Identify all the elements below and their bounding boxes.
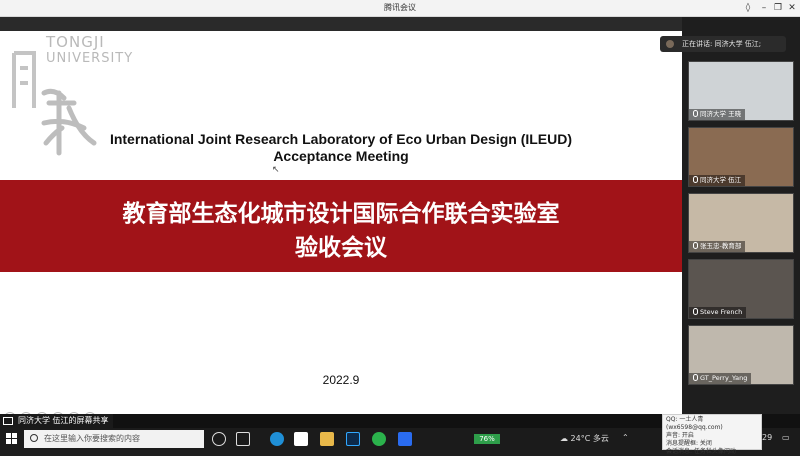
clock-text[interactable]: 29 xyxy=(762,433,772,442)
participant-label: Steve French xyxy=(689,307,747,318)
search-icon xyxy=(30,434,38,442)
english-title-line-1: International Joint Research Laboratory … xyxy=(109,131,573,147)
shared-screen: TONGJI UNIVERSITY International Joint Re… xyxy=(0,17,682,414)
red-title-band: 教育部生态化城市设计国际合作联合实验室 验收会议 xyxy=(0,180,682,272)
participant-tile[interactable]: 同济大学 伍江 xyxy=(688,127,794,187)
store-icon[interactable] xyxy=(294,432,308,446)
speaking-text: 正在讲话: 同济大学 伍江; xyxy=(682,40,762,48)
mic-icon xyxy=(693,374,698,381)
logo-tongji-text: TONGJI xyxy=(46,33,105,51)
chinese-title-line-2: 验收会议 xyxy=(295,235,387,261)
tray-expand-icon[interactable]: ⌃ xyxy=(622,433,629,442)
logo-university-text: UNIVERSITY xyxy=(46,51,134,66)
chinese-title-line-1: 教育部生态化城市设计国际合作联合实验室 xyxy=(122,201,560,227)
participant-label: 同济大学 王晓 xyxy=(689,109,746,120)
screen-share-label[interactable]: 同济大学 伍江的屏幕共享 xyxy=(0,414,113,428)
participant-label: GT_Perry_Yang xyxy=(689,373,752,384)
taskbar-search-input[interactable]: 在这里输入你要搜索的内容 xyxy=(24,430,204,448)
qq-notification-popup[interactable]: QQ: 一土人青(wx6598@qq.com) 声音: 开启 消息提醒框: 关闭… xyxy=(662,414,762,455)
mic-icon xyxy=(693,242,698,249)
pin-icon[interactable]: ◊ xyxy=(740,1,756,15)
screen-share-icon xyxy=(3,417,13,425)
participant-label: 同济大学 伍江 xyxy=(689,175,746,186)
mouse-cursor-icon: ↖ xyxy=(272,165,280,175)
speaker-avatar xyxy=(666,40,674,48)
window-title: 腾讯会议 xyxy=(384,3,416,12)
speaking-indicator: 正在讲话: 同济大学 伍江; xyxy=(660,36,786,52)
battery-indicator[interactable]: 76% xyxy=(474,434,500,444)
windows-start-icon[interactable] xyxy=(6,433,18,445)
tencent-meeting-icon[interactable] xyxy=(398,432,412,446)
cortana-icon[interactable] xyxy=(212,432,226,446)
slide-date: 2022.9 xyxy=(322,373,360,387)
edge-icon[interactable] xyxy=(270,432,284,446)
close-icon[interactable]: ✕ xyxy=(784,1,800,15)
participant-tile[interactable]: 张玉忠-教育部 xyxy=(688,193,794,253)
participant-tile[interactable]: 同济大学 王晓 xyxy=(688,61,794,121)
participant-tile[interactable]: Steve French xyxy=(688,259,794,319)
wechat-icon[interactable] xyxy=(372,432,386,446)
participant-tile[interactable]: GT_Perry_Yang xyxy=(688,325,794,385)
mic-icon xyxy=(693,110,698,117)
english-title-line-2: Acceptance Meeting xyxy=(273,148,409,164)
presentation-slide: TONGJI UNIVERSITY International Joint Re… xyxy=(0,31,682,414)
notification-center-icon[interactable]: ▭ xyxy=(782,433,790,442)
task-view-icon[interactable] xyxy=(236,432,250,446)
weather-widget[interactable]: ☁ 24°C 多云 xyxy=(560,433,609,444)
mic-icon xyxy=(693,308,698,315)
participant-label: 张玉忠-教育部 xyxy=(689,241,746,252)
photoshop-icon[interactable] xyxy=(346,432,360,446)
title-bar: 腾讯会议 ◊ – ❐ ✕ xyxy=(0,0,800,17)
mic-icon xyxy=(693,176,698,183)
file-explorer-icon[interactable] xyxy=(320,432,334,446)
share-top-strip xyxy=(0,17,682,31)
